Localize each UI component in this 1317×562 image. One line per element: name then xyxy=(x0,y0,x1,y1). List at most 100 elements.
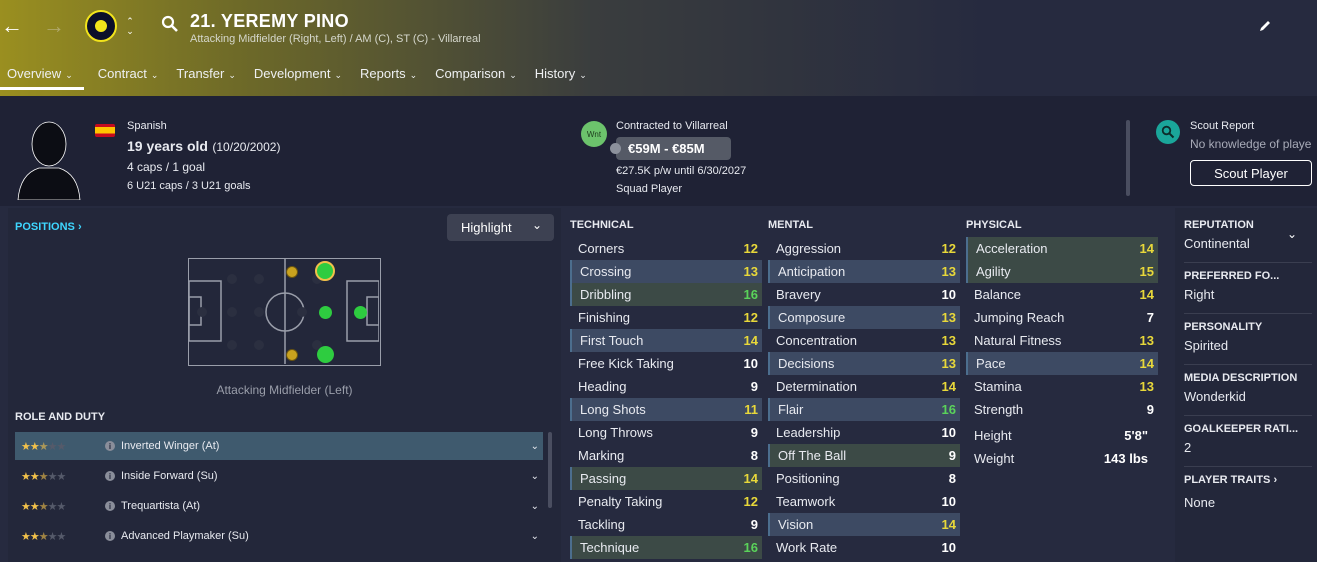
edit-pencil-icon[interactable] xyxy=(1255,16,1275,36)
personality-label: PERSONALITY xyxy=(1184,321,1263,333)
attribute-row[interactable]: Agility 15 xyxy=(966,260,1158,283)
preferred-foot-section: PREFERRED FO... Right xyxy=(1184,270,1312,302)
attribute-value: 14 xyxy=(1139,241,1154,256)
attribute-row[interactable]: Balance 14 xyxy=(966,283,1158,306)
info-icon[interactable]: i xyxy=(105,501,115,511)
attribute-value: 13 xyxy=(941,264,956,279)
attribute-row[interactable]: Decisions 13 xyxy=(768,352,960,375)
chevron-down-icon[interactable]: ⌄ xyxy=(531,441,539,452)
role-row[interactable]: ★★★★★ i Inside Forward (Su) ⌄ xyxy=(15,462,543,490)
attribute-row[interactable]: Long Throws 9 xyxy=(570,421,762,444)
role-rating-stars: ★★★★★ xyxy=(21,530,66,543)
attribute-row[interactable]: Crossing 13 xyxy=(570,260,762,283)
attribute-row[interactable]: Anticipation 13 xyxy=(768,260,960,283)
spain-flag-icon xyxy=(95,124,115,137)
attribute-value: 14 xyxy=(743,333,758,348)
attribute-row[interactable]: Vision 14 xyxy=(768,513,960,536)
positions-link[interactable]: POSITIONS › xyxy=(15,221,82,233)
attribute-row[interactable]: Determination 14 xyxy=(768,375,960,398)
attribute-row[interactable]: Strength 9 xyxy=(966,398,1158,421)
position-dot-mr xyxy=(286,349,298,361)
tab-development[interactable]: Development ⌄ xyxy=(247,62,353,90)
info-icon[interactable]: i xyxy=(105,441,115,451)
attribute-value: 10 xyxy=(941,494,956,509)
attribute-row[interactable]: Work Rate 10 xyxy=(768,536,960,559)
attribute-row[interactable]: First Touch 14 xyxy=(570,329,762,352)
scout-player-button[interactable]: Scout Player xyxy=(1190,160,1312,186)
attribute-row[interactable]: Heading 9 xyxy=(570,375,762,398)
attribute-row[interactable]: Marking 8 xyxy=(570,444,762,467)
attribute-row[interactable]: Aggression 12 xyxy=(768,237,960,260)
info-scrollbar[interactable] xyxy=(1126,120,1130,196)
attribute-row[interactable]: Bravery 10 xyxy=(768,283,960,306)
role-row[interactable]: ★★★★★ i Advanced Playmaker (Su) ⌄ xyxy=(15,522,543,550)
tab-contract[interactable]: Contract ⌄ xyxy=(91,62,170,90)
info-icon[interactable]: i xyxy=(105,471,115,481)
chevron-down-icon[interactable]: ⌄ xyxy=(1284,226,1300,242)
tab-history[interactable]: History ⌄ xyxy=(528,62,598,90)
attribute-row[interactable]: Technique 16 xyxy=(570,536,762,559)
chevron-down-icon[interactable]: ⌄ xyxy=(531,531,539,542)
position-dot-aml-selected xyxy=(315,261,335,281)
attribute-name: Strength xyxy=(974,402,1024,417)
attribute-row[interactable]: Acceleration 14 xyxy=(966,237,1158,260)
attribute-row[interactable]: Dribbling 16 xyxy=(570,283,762,306)
transfer-value[interactable]: €59M - €85M xyxy=(610,137,731,160)
attribute-name: Positioning xyxy=(776,471,840,486)
mental-column: MENTAL Aggression 12 Anticipation 13 Brave… xyxy=(768,219,960,559)
back-arrow-icon[interactable]: ← xyxy=(1,13,23,38)
chevron-up-down-icon[interactable]: ⌃ ⌄ xyxy=(123,12,137,40)
forward-arrow-icon[interactable]: → xyxy=(43,13,65,38)
wanted-badge: Wnt xyxy=(581,121,607,147)
attribute-row[interactable]: Corners 12 xyxy=(570,237,762,260)
attribute-row[interactable]: Jumping Reach 7 xyxy=(966,306,1158,329)
attribute-row[interactable]: Teamwork 10 xyxy=(768,490,960,513)
attribute-row[interactable]: Concentration 13 xyxy=(768,329,960,352)
age: 19 years old xyxy=(127,138,208,154)
tab-overview[interactable]: Overview ⌄ xyxy=(0,62,84,90)
attribute-row[interactable]: Positioning 8 xyxy=(768,467,960,490)
club-crest-icon[interactable] xyxy=(85,10,117,42)
role-name: Inside Forward (Su) xyxy=(121,470,218,482)
roles-scrollbar[interactable] xyxy=(548,432,552,508)
attribute-row[interactable]: Composure 13 xyxy=(768,306,960,329)
attribute-value: 13 xyxy=(1139,379,1154,394)
player-traits-label[interactable]: PLAYER TRAITS › xyxy=(1184,474,1312,486)
attribute-row[interactable]: Leadership 10 xyxy=(768,421,960,444)
media-description-label: MEDIA DESCRIPTION xyxy=(1184,372,1298,384)
height-label: Height xyxy=(974,428,1012,443)
role-row[interactable]: ★★★★★ i Inverted Winger (At) ⌄ xyxy=(15,432,543,460)
tab-transfer[interactable]: Transfer ⌄ xyxy=(169,62,246,90)
attribute-row[interactable]: Stamina 13 xyxy=(966,375,1158,398)
highlight-dropdown[interactable]: Highlight ⌄ xyxy=(447,214,554,241)
attribute-row[interactable]: Free Kick Taking 10 xyxy=(570,352,762,375)
player-traits-value: None xyxy=(1184,495,1216,510)
attribute-row[interactable]: Finishing 12 xyxy=(570,306,762,329)
chevron-down-icon[interactable]: ⌄ xyxy=(531,471,539,482)
chevron-right-icon: › xyxy=(1273,474,1278,486)
attribute-value: 16 xyxy=(743,540,758,555)
tab-reports[interactable]: Reports ⌄ xyxy=(353,62,428,90)
weight-value: 143 lbs xyxy=(1103,451,1148,466)
attribute-row[interactable]: Tackling 9 xyxy=(570,513,762,536)
role-row[interactable]: ★★★★★ i Trequartista (At) ⌄ xyxy=(15,492,543,520)
player-traits-section[interactable]: PLAYER TRAITS › None xyxy=(1184,474,1312,510)
attribute-name: Tackling xyxy=(578,517,625,532)
attribute-value: 14 xyxy=(941,379,956,394)
preferred-foot-label: PREFERRED FO... xyxy=(1184,270,1280,282)
info-icon[interactable]: i xyxy=(105,531,115,541)
attribute-name: Leadership xyxy=(776,425,841,440)
chevron-down-icon[interactable]: ⌄ xyxy=(531,501,539,512)
attribute-row[interactable]: Penalty Taking 12 xyxy=(570,490,762,513)
attribute-row[interactable]: Long Shots 11 xyxy=(570,398,762,421)
attribute-row[interactable]: Off The Ball 9 xyxy=(768,444,960,467)
attribute-row[interactable]: Natural Fitness 13 xyxy=(966,329,1158,352)
search-icon[interactable] xyxy=(158,12,182,36)
tab-comparison[interactable]: Comparison ⌄ xyxy=(428,62,528,90)
attribute-row[interactable]: Flair 16 xyxy=(768,398,960,421)
attribute-row[interactable]: Pace 14 xyxy=(966,352,1158,375)
divider xyxy=(1184,415,1312,416)
attribute-name: Long Throws xyxy=(578,425,653,440)
attribute-row[interactable]: Passing 14 xyxy=(570,467,762,490)
tab-label: Development xyxy=(253,66,331,81)
